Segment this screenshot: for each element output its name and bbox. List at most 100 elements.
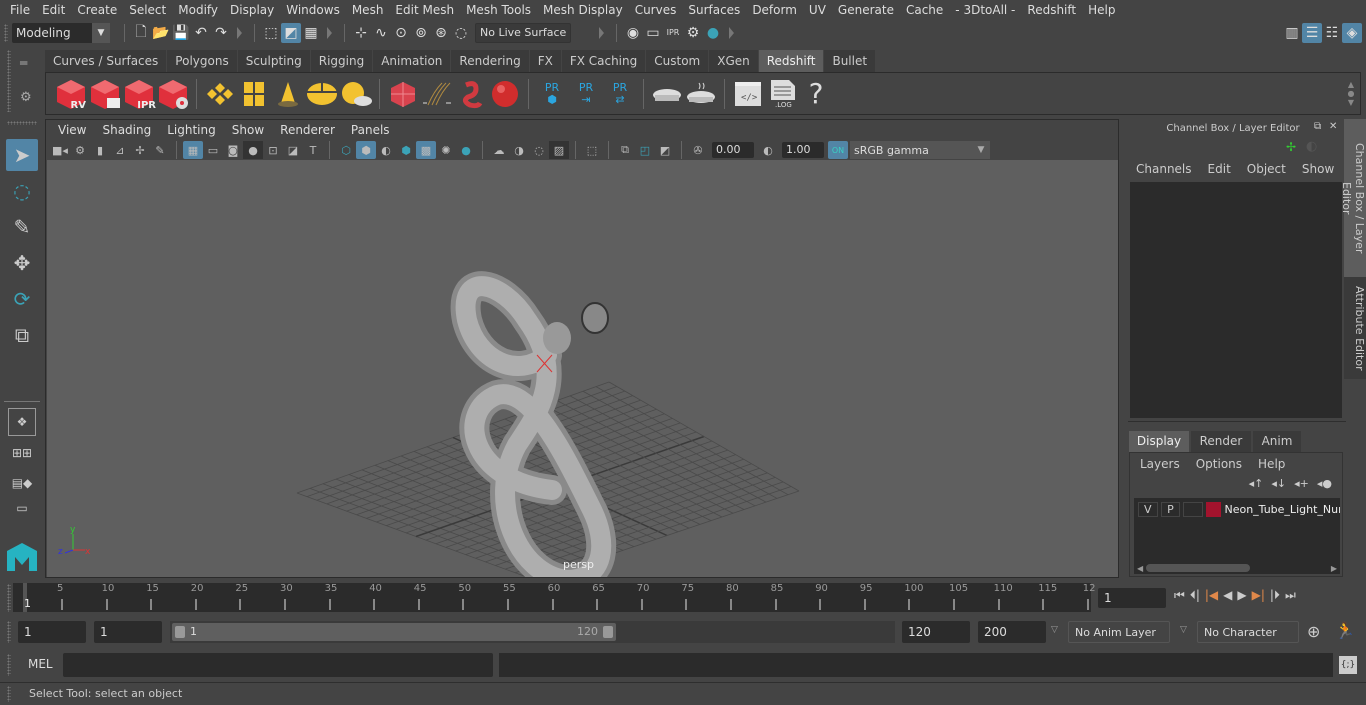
select-component-icon[interactable]: ▦: [301, 23, 321, 43]
image-plane-icon[interactable]: ⊿: [110, 141, 130, 159]
grease-pencil-icon[interactable]: ✎: [150, 141, 170, 159]
grip-handle[interactable]: [7, 121, 37, 125]
viewport-menu-panels[interactable]: Panels: [343, 123, 398, 137]
scene-end-field[interactable]: 200: [978, 621, 1046, 643]
layer-horizontal-scrollbar[interactable]: ◀ ▶: [1134, 562, 1340, 574]
menu-uv[interactable]: UV: [803, 3, 832, 17]
anim-layer-dropdown-arrow-icon[interactable]: ▽: [1051, 625, 1058, 635]
snap-curve-icon[interactable]: ∿: [371, 23, 391, 43]
camera-select-icon[interactable]: ■◂: [50, 141, 70, 159]
gamma-field[interactable]: 1.00: [782, 142, 824, 158]
timeline-track[interactable]: 1 5 10 15 20 25 30 35 40 45 50 55 60 65 70 75 80 85 90 95 1…: [13, 583, 1096, 612]
single-perspective-layout-button[interactable]: ❖: [8, 408, 36, 436]
tab-display[interactable]: Display: [1129, 431, 1189, 452]
menu-redshift[interactable]: Redshift: [1021, 3, 1082, 17]
snap-grid-icon[interactable]: ⊹: [351, 23, 371, 43]
shelf-settings-icon[interactable]: ⚙: [20, 90, 36, 106]
rs-sun-sky-button[interactable]: [339, 77, 373, 111]
range-bar[interactable]: 1 120: [172, 623, 616, 641]
tab-render[interactable]: Render: [1191, 431, 1251, 452]
four-view-layout-button[interactable]: ⊞⊞: [6, 440, 38, 466]
collapse-arrow-icon[interactable]: [599, 26, 604, 39]
tab-anim[interactable]: Anim: [1253, 431, 1301, 452]
collapse-arrow-icon[interactable]: [327, 26, 332, 39]
viewport-menu-lighting[interactable]: Lighting: [159, 123, 224, 137]
xray-joints-icon[interactable]: ◩: [655, 141, 675, 159]
character-set-dropdown-arrow-icon[interactable]: ▽: [1180, 625, 1187, 635]
animation-preferences-icon[interactable]: 🏃: [1335, 621, 1355, 640]
gate-mask-icon[interactable]: ●: [243, 141, 263, 159]
menu-create[interactable]: Create: [71, 3, 123, 17]
rs-dome-light-button[interactable]: [305, 77, 339, 111]
motion-blur-icon[interactable]: ◑: [509, 141, 529, 159]
step-back-key-icon[interactable]: |◀: [1205, 588, 1218, 603]
redshift-render-view-button[interactable]: RV: [54, 77, 88, 111]
viewport-menu-shading[interactable]: Shading: [94, 123, 159, 137]
rs-portal-light-button[interactable]: [237, 77, 271, 111]
scene-start-field[interactable]: 1: [18, 621, 86, 643]
rs-script-editor-button[interactable]: </>: [731, 77, 765, 111]
menu-file[interactable]: File: [4, 3, 36, 17]
safe-title-icon[interactable]: T: [303, 141, 323, 159]
anim-layer-dropdown[interactable]: No Anim Layer: [1068, 621, 1170, 643]
layer-menu-help[interactable]: Help: [1258, 457, 1285, 471]
live-surface-icon[interactable]: ◌: [451, 23, 471, 43]
menu-cache[interactable]: Cache: [900, 3, 949, 17]
rs-proxy-button[interactable]: [386, 77, 420, 111]
textured-icon[interactable]: ▩: [416, 141, 436, 159]
workspace-dropdown[interactable]: Modeling ▼: [12, 22, 110, 43]
layer-menu-layers[interactable]: Layers: [1140, 457, 1180, 471]
rs-mesh-light-button[interactable]: [454, 77, 488, 111]
move-layer-down-icon[interactable]: ◂↓: [1271, 477, 1286, 490]
use-all-lights-icon[interactable]: ✺: [436, 141, 456, 159]
menu-curves[interactable]: Curves: [629, 3, 683, 17]
rs-hair-button[interactable]: [420, 77, 454, 111]
step-forward-key-icon[interactable]: ▶|: [1252, 588, 1265, 603]
attribute-editor-toggle-icon[interactable]: ☰: [1302, 22, 1322, 43]
paint-select-tool-button[interactable]: ✎: [6, 211, 38, 243]
grip-handle[interactable]: [7, 621, 11, 643]
hypershade-icon[interactable]: ●: [703, 23, 723, 43]
channel-menu-show[interactable]: Show: [1302, 162, 1334, 176]
shelf-tab-rigging[interactable]: Rigging: [310, 50, 373, 72]
scroll-up-icon[interactable]: ▲: [1348, 80, 1354, 89]
script-editor-icon[interactable]: {;}: [1339, 656, 1357, 674]
use-default-material-icon[interactable]: ◐: [376, 141, 396, 159]
side-tab-attribute-editor[interactable]: Attribute Editor: [1344, 277, 1366, 379]
playback-start-field[interactable]: 1: [94, 621, 162, 643]
layer-name[interactable]: Neon_Tube_Light_Nur: [1224, 503, 1340, 516]
select-tool-button[interactable]: ➤: [6, 139, 38, 171]
rs-bake-button[interactable]: [650, 77, 684, 111]
gamma-icon[interactable]: ◐: [758, 141, 778, 159]
rs-area-light-button[interactable]: [203, 77, 237, 111]
menu-edit-mesh[interactable]: Edit Mesh: [389, 3, 460, 17]
menu-edit[interactable]: Edit: [36, 3, 71, 17]
viewport-menu-renderer[interactable]: Renderer: [272, 123, 343, 137]
tool-settings-icon[interactable]: ☷: [1322, 23, 1342, 43]
rs-log-button[interactable]: .LOG: [765, 77, 799, 111]
playback-end-field[interactable]: 120: [902, 621, 970, 643]
new-empty-layer-icon[interactable]: ◂+: [1294, 477, 1309, 490]
channel-menu-object[interactable]: Object: [1247, 162, 1286, 176]
menu-help[interactable]: Help: [1082, 3, 1121, 17]
mel-input[interactable]: [63, 653, 493, 677]
scroll-right-icon[interactable]: ▶: [1331, 564, 1337, 573]
rs-pr-export-button[interactable]: PR ⇥: [569, 77, 603, 111]
3d-viewport[interactable]: y x z persp: [47, 160, 1118, 577]
screen-space-ao-icon[interactable]: ☁: [489, 141, 509, 159]
isolate-select-icon[interactable]: ⬚: [582, 141, 602, 159]
render-view-icon[interactable]: ◉: [623, 23, 643, 43]
rs-ies-light-button[interactable]: [271, 77, 305, 111]
collapse-arrow-icon[interactable]: [237, 26, 242, 39]
grip-handle[interactable]: [7, 50, 11, 112]
grip-handle[interactable]: [7, 584, 11, 612]
new-scene-icon[interactable]: 🗋: [131, 23, 151, 43]
channel-box-toggle-icon[interactable]: ◈: [1342, 22, 1362, 43]
play-backward-icon[interactable]: ◀: [1223, 588, 1232, 603]
shelf-tab-rendering[interactable]: Rendering: [451, 50, 529, 72]
resolution-gate-icon[interactable]: ◙: [223, 141, 243, 159]
bookmark-icon[interactable]: ▮: [90, 141, 110, 159]
step-forward-frame-icon[interactable]: |⏵: [1270, 588, 1280, 603]
visibility-toggle[interactable]: V: [1138, 501, 1158, 517]
film-gate-icon[interactable]: ▭: [203, 141, 223, 159]
